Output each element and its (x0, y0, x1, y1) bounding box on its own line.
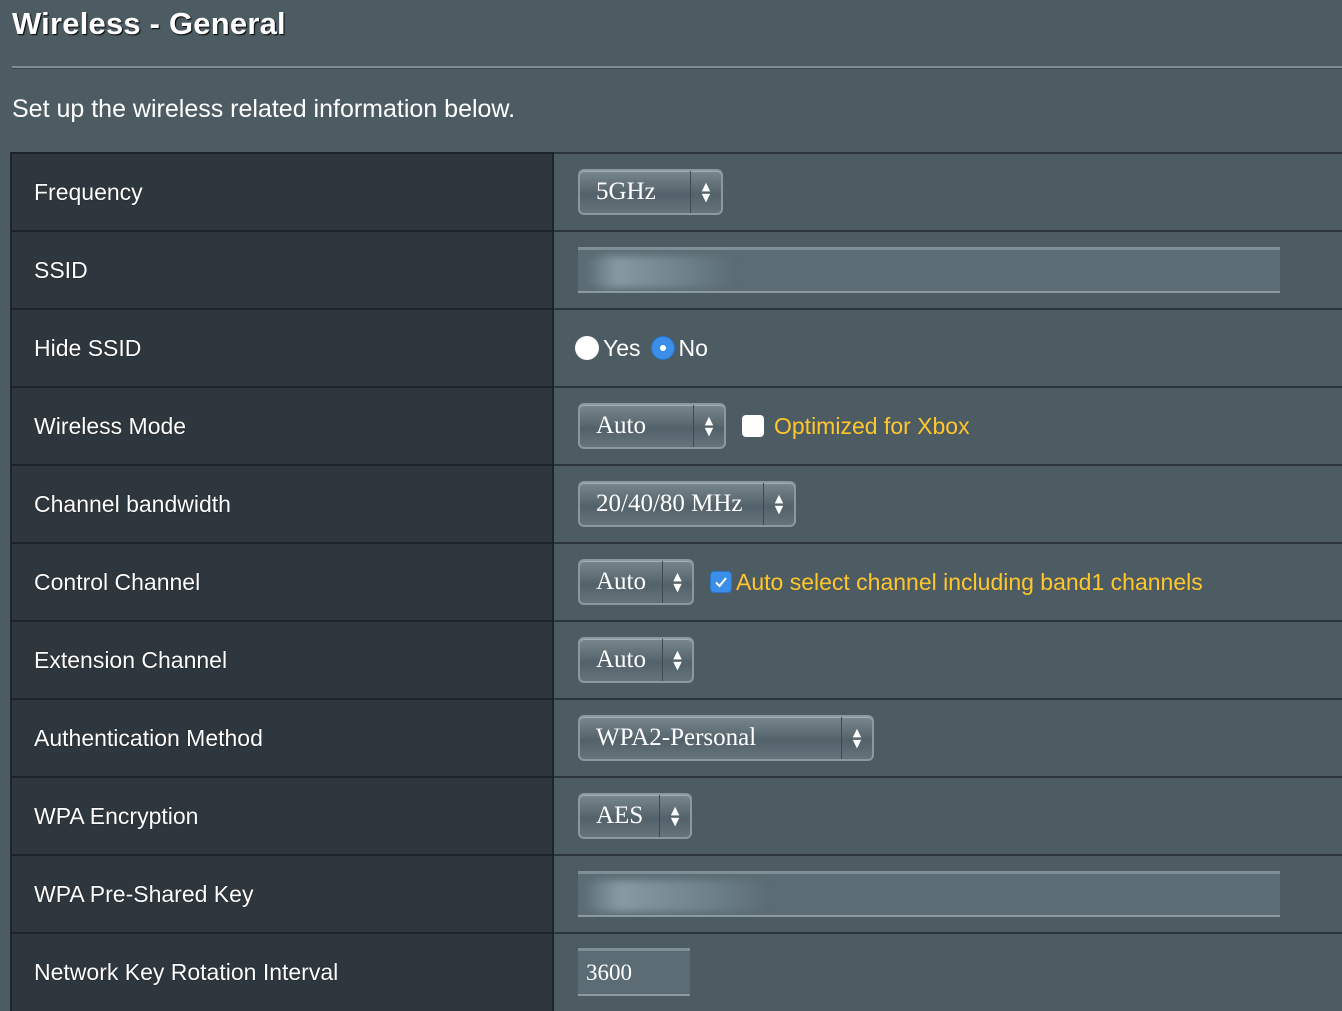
xbox-optimized-label: Optimized for Xbox (774, 412, 970, 439)
hide-ssid-label: Hide SSID (10, 308, 554, 387)
extension-channel-select-value: Auto (596, 646, 646, 673)
wpa-psk-input[interactable] (578, 871, 1280, 917)
channel-bandwidth-select-value: 20/40/80 MHz (596, 490, 743, 517)
ssid-label: SSID (10, 230, 554, 309)
radio-selected-dot-icon (659, 345, 666, 351)
select-arrows-icon: ▲ ▼ (693, 405, 724, 447)
frequency-label: Frequency (10, 152, 554, 231)
band1-channels-label: Auto select channel including band1 chan… (736, 568, 1203, 595)
select-arrows-icon: ▲ ▼ (763, 483, 794, 525)
row-control-channel: Control Channel Auto ▲ ▼ Auto select chan… (10, 542, 1342, 621)
select-arrows-icon: ▲ ▼ (662, 639, 692, 681)
auth-method-label: Authentication Method (10, 698, 554, 777)
control-channel-label: Control Channel (10, 542, 554, 621)
key-rotation-label: Network Key Rotation Interval (10, 932, 554, 1011)
wpa-encryption-select-value: AES (596, 802, 644, 829)
row-wpa-psk: WPA Pre-Shared Key (10, 854, 1342, 933)
wireless-settings-table: Frequency 5GHz ▲ ▼ SSID Hide SSID Yes No… (10, 152, 1342, 1011)
hide-ssid-yes-label: Yes (603, 334, 641, 361)
auth-method-select-value: WPA2-Personal (596, 724, 757, 751)
frequency-select[interactable]: 5GHz ▲ ▼ (578, 169, 723, 215)
ssid-input[interactable] (578, 247, 1280, 293)
row-extension-channel: Extension Channel Auto ▲ ▼ (10, 620, 1342, 699)
auth-method-select[interactable]: WPA2-Personal ▲ ▼ (578, 715, 874, 761)
band1-channels-checkbox[interactable] (710, 571, 732, 593)
row-ssid: SSID (10, 230, 1342, 309)
frequency-select-value: 5GHz (596, 178, 656, 205)
wireless-mode-label: Wireless Mode (10, 386, 554, 465)
row-frequency: Frequency 5GHz ▲ ▼ (10, 152, 1342, 231)
select-arrows-icon: ▲ ▼ (659, 795, 690, 837)
extension-channel-select[interactable]: Auto ▲ ▼ (578, 637, 694, 683)
wpa-encryption-select[interactable]: AES ▲ ▼ (578, 793, 692, 839)
redacted-value-blur (582, 880, 772, 912)
control-channel-select[interactable]: Auto ▲ ▼ (578, 559, 694, 605)
key-rotation-input[interactable]: 3600 (578, 948, 690, 996)
row-key-rotation: Network Key Rotation Interval 3600 (10, 932, 1342, 1011)
title-divider (12, 66, 1342, 69)
wireless-mode-select[interactable]: Auto ▲ ▼ (578, 403, 726, 449)
page-description: Set up the wireless related information … (12, 95, 516, 123)
wpa-psk-label: WPA Pre-Shared Key (10, 854, 554, 933)
select-arrows-icon: ▲ ▼ (690, 171, 721, 213)
hide-ssid-no-label: No (678, 334, 708, 361)
xbox-optimized-checkbox[interactable] (742, 415, 764, 437)
checkmark-icon (715, 577, 727, 588)
redacted-value-blur (586, 256, 736, 288)
row-channel-bandwidth: Channel bandwidth 20/40/80 MHz ▲ ▼ (10, 464, 1342, 543)
channel-bandwidth-select[interactable]: 20/40/80 MHz ▲ ▼ (578, 481, 796, 527)
hide-ssid-yes-radio[interactable] (575, 336, 599, 360)
select-arrows-icon: ▲ ▼ (841, 717, 872, 759)
row-hide-ssid: Hide SSID Yes No (10, 308, 1342, 387)
row-wpa-encryption: WPA Encryption AES ▲ ▼ (10, 776, 1342, 855)
wpa-encryption-label: WPA Encryption (10, 776, 554, 855)
channel-bandwidth-label: Channel bandwidth (10, 464, 554, 543)
row-auth-method: Authentication Method WPA2-Personal ▲ ▼ (10, 698, 1342, 777)
hide-ssid-no-radio[interactable] (650, 336, 675, 360)
control-channel-select-value: Auto (596, 568, 646, 595)
extension-channel-label: Extension Channel (10, 620, 554, 699)
page-title: Wireless - General (12, 6, 286, 41)
select-arrows-icon: ▲ ▼ (662, 561, 692, 603)
wireless-mode-select-value: Auto (596, 412, 646, 439)
row-wireless-mode: Wireless Mode Auto ▲ ▼ Optimized for Xbox (10, 386, 1342, 465)
